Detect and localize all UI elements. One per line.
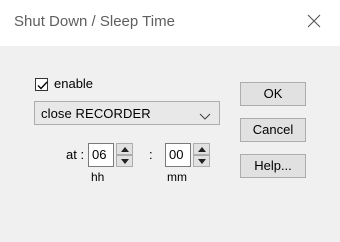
title-bar: Shut Down / Sleep Time [0,0,340,46]
shutdown-sleep-dialog: Shut Down / Sleep Time enable close RECO… [0,0,340,242]
hour-spinner[interactable] [116,143,133,167]
minute-up-button[interactable] [193,143,210,155]
spin-up-icon [121,147,129,152]
hour-unit-label: hh [91,170,105,184]
minute-down-button[interactable] [193,155,210,167]
minute-input[interactable]: 00 [165,143,191,167]
hour-up-button[interactable] [116,143,133,155]
spin-down-icon [198,159,206,164]
help-button[interactable]: Help... [240,154,306,178]
hour-input[interactable]: 06 [88,143,114,167]
hour-down-button[interactable] [116,155,133,167]
enable-checkbox[interactable] [35,78,48,91]
action-dropdown-value: close RECORDER [41,106,151,121]
enable-label[interactable]: enable [54,76,93,91]
minute-unit-label: mm [167,170,187,184]
checkmark-icon [37,81,48,90]
at-label: at : [66,147,85,162]
spin-down-icon [121,159,129,164]
minute-spinner[interactable] [193,143,210,167]
close-icon[interactable] [306,13,322,29]
spin-up-icon [198,147,206,152]
time-separator: : [149,147,153,162]
action-dropdown[interactable]: close RECORDER [34,101,220,125]
cancel-button[interactable]: Cancel [240,118,306,142]
window-title: Shut Down / Sleep Time [14,13,175,30]
ok-button[interactable]: OK [240,82,306,106]
chevron-down-icon [199,108,211,126]
